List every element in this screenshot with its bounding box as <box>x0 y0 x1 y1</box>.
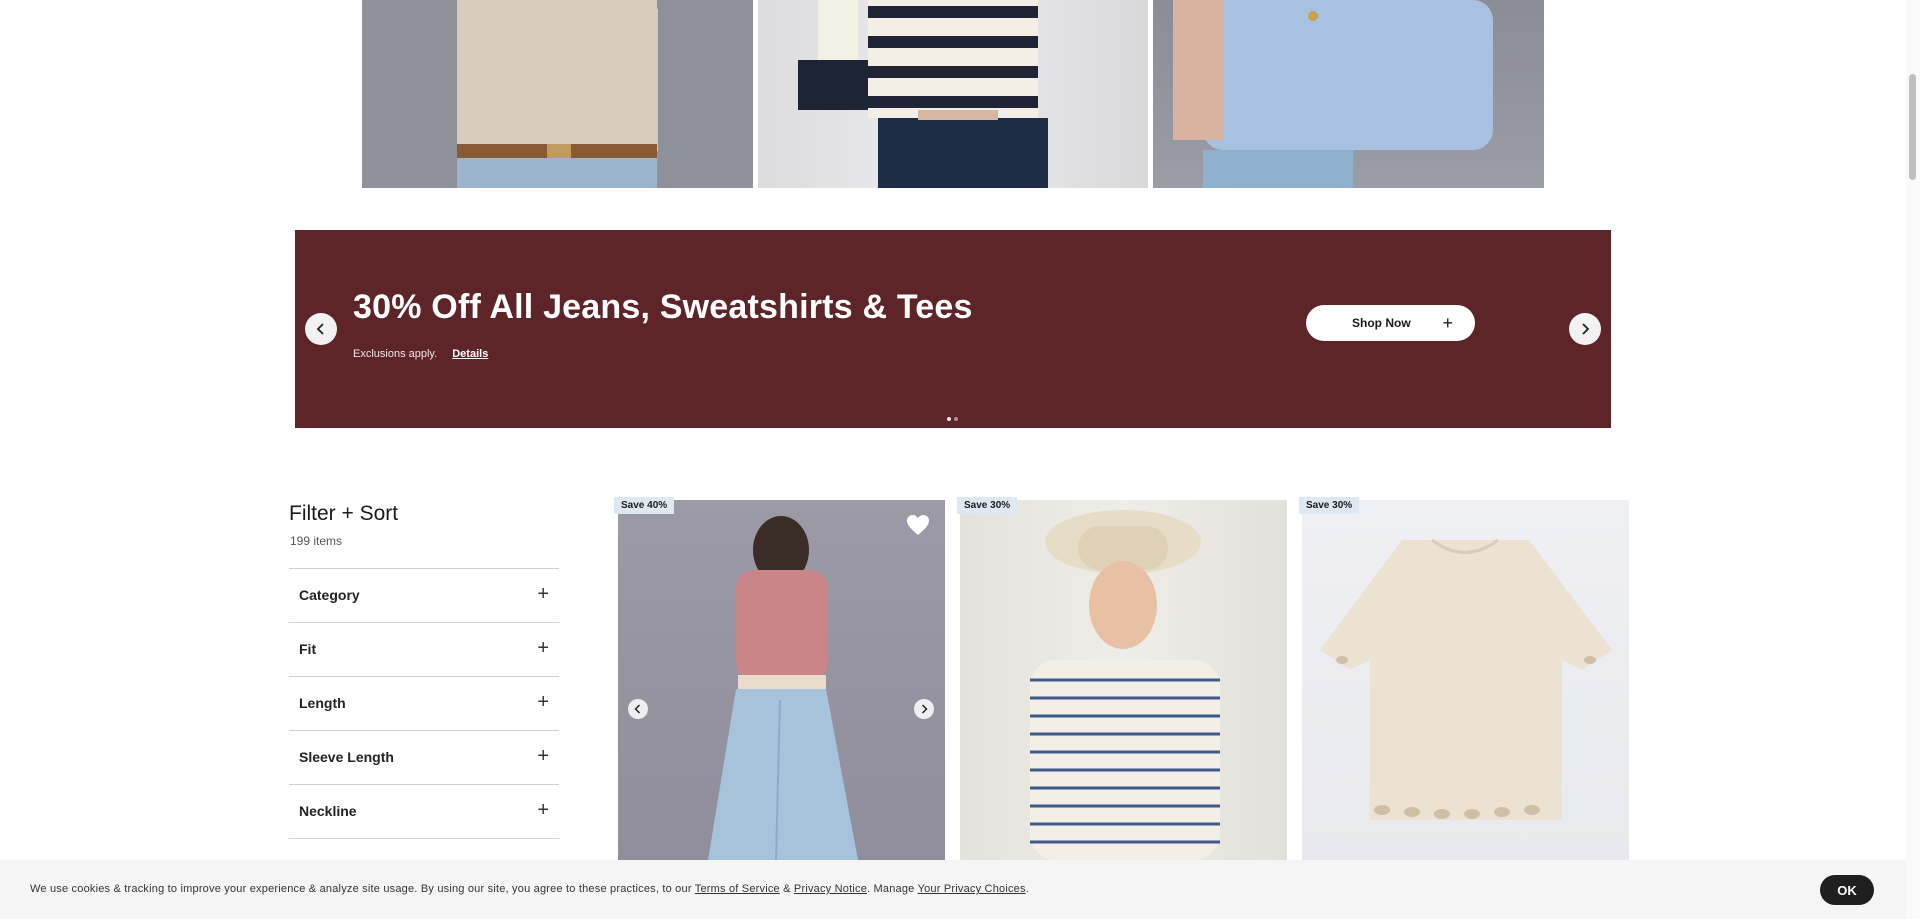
expand-plus-icon: + <box>537 799 549 821</box>
privacy-choices-link[interactable]: Your Privacy Choices <box>918 883 1026 895</box>
filter-category[interactable]: Category + <box>289 568 559 622</box>
filter-divider <box>289 838 559 839</box>
shop-now-button[interactable]: Shop Now + <box>1306 305 1475 341</box>
chevron-left-icon <box>634 704 641 714</box>
hero-image-2-art <box>798 0 1048 188</box>
promo-title: 30% Off All Jeans, Sweatshirts & Tees <box>353 288 973 326</box>
product-1-art <box>708 516 858 860</box>
chevron-left-icon <box>316 323 324 335</box>
expand-plus-icon: + <box>537 745 549 767</box>
hero-image-2[interactable] <box>758 0 1148 188</box>
sale-badge: Save 30% <box>1299 497 1360 514</box>
product-2-art <box>1030 510 1220 860</box>
terms-of-service-link[interactable]: Terms of Service <box>695 883 780 895</box>
cookie-amp: & <box>779 883 794 895</box>
hero-image-3[interactable] <box>1153 0 1544 188</box>
item-count: 199 items <box>290 534 343 548</box>
product-prev-image-button[interactable] <box>628 699 648 719</box>
filter-title: Filter + Sort <box>289 502 399 525</box>
carousel-dot-1[interactable] <box>947 417 951 421</box>
shop-now-label: Shop Now <box>1352 316 1411 330</box>
expand-plus-icon: + <box>537 637 549 659</box>
filter-label: Neckline <box>299 803 357 819</box>
product-image-2[interactable] <box>960 500 1287 860</box>
cookie-manage: . Manage <box>867 883 918 895</box>
chevron-right-icon <box>1582 323 1590 335</box>
promo-banner: 30% Off All Jeans, Sweatshirts & Tees Ex… <box>295 230 1611 428</box>
expand-plus-icon: + <box>537 691 549 713</box>
product-image-3[interactable] <box>1302 500 1629 860</box>
carousel-dot-2[interactable] <box>954 417 958 421</box>
cookie-message: We use cookies & tracking to improve you… <box>30 883 695 895</box>
banner-prev-button[interactable] <box>305 313 337 345</box>
filter-length[interactable]: Length + <box>289 676 559 730</box>
promo-subtitle-row: Exclusions apply. Details <box>353 348 488 360</box>
carousel-dots <box>947 417 958 421</box>
hero-image-1-art <box>362 0 753 188</box>
promo-details-link[interactable]: Details <box>452 348 488 360</box>
filter-label: Length <box>299 695 346 711</box>
cookie-end: . <box>1025 883 1029 895</box>
cookie-ok-button[interactable]: OK <box>1820 875 1874 905</box>
hero-image-1[interactable] <box>362 0 753 188</box>
product-3-art <box>1320 538 1612 820</box>
filter-label: Sleeve Length <box>299 749 394 765</box>
promo-subtitle: Exclusions apply. <box>353 348 438 360</box>
filter-neckline[interactable]: Neckline + <box>289 784 559 838</box>
scrollbar-thumb[interactable] <box>1909 74 1916 180</box>
chevron-right-icon <box>921 704 928 714</box>
hero-image-3-art <box>1173 0 1493 188</box>
cookie-text: We use cookies & tracking to improve you… <box>30 883 1029 895</box>
filter-fit[interactable]: Fit + <box>289 622 559 676</box>
filter-label: Category <box>299 587 360 603</box>
filter-label: Fit <box>299 641 317 657</box>
product-next-image-button[interactable] <box>914 699 934 719</box>
expand-plus-icon: + <box>537 583 549 605</box>
banner-next-button[interactable] <box>1569 313 1601 345</box>
sale-badge: Save 30% <box>957 497 1018 514</box>
plus-icon: + <box>1442 313 1453 333</box>
sale-badge: Save 40% <box>614 497 675 514</box>
favorite-heart-icon[interactable] <box>906 514 932 538</box>
filter-sleeve-length[interactable]: Sleeve Length + <box>289 730 559 784</box>
product-image-1[interactable] <box>618 500 945 860</box>
privacy-notice-link[interactable]: Privacy Notice <box>794 883 867 895</box>
cookie-banner: We use cookies & tracking to improve you… <box>0 860 1920 919</box>
filter-list: Category + Fit + Length + Sleeve Length … <box>289 568 559 839</box>
